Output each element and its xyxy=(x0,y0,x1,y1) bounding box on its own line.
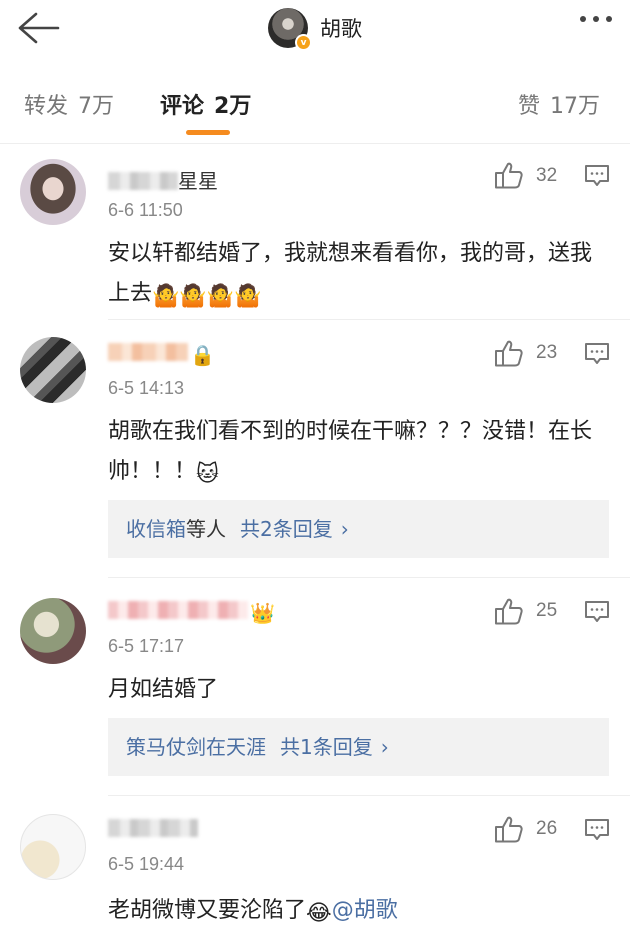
more-options-icon[interactable] xyxy=(580,16,612,22)
comment-username[interactable] xyxy=(108,816,198,840)
reply-text: 等人 xyxy=(186,517,226,541)
thumbs-up-icon[interactable] xyxy=(494,815,524,843)
cat-emoji-icon: 🐱 xyxy=(196,462,219,487)
like-count: 26 xyxy=(536,818,558,839)
thumbs-up-icon[interactable] xyxy=(494,339,524,367)
emoji-icon: 🤷 xyxy=(206,284,235,309)
comment-item: 6-5 19:44 老胡微博又要沦陷了😂@胡歌 26 xyxy=(0,796,630,941)
replies-preview[interactable]: 策马仗剑在天涯 共1条回复 › xyxy=(108,718,609,776)
mention-link[interactable]: @胡歌 xyxy=(332,898,398,923)
tab-comments[interactable]: 评论 2万 xyxy=(160,88,251,120)
comment-item: 👑 6-5 17:17 月如结婚了 25 策马仗剑在天涯 共1条回复 › xyxy=(0,578,630,796)
tab-reposts[interactable]: 转发 7万 xyxy=(24,88,114,120)
lock-badge-icon: 🔒 xyxy=(190,343,215,367)
comment-item: 🔒 6-5 14:13 胡歌在我们看不到的时候在干嘛？？？没错！在长帅！！！🐱 … xyxy=(0,320,630,578)
comment-time: 6-5 14:13 xyxy=(108,378,185,398)
author-name[interactable]: 胡歌 xyxy=(320,13,362,43)
active-tab-indicator xyxy=(186,130,230,135)
tab-bar: 转发 7万 评论 2万 赞 17万 xyxy=(0,64,630,144)
emoji-icon: 🤷 xyxy=(234,284,262,309)
reply-count: 共2条回复 xyxy=(240,517,333,541)
comment-body: 老胡微博又要沦陷了 xyxy=(108,898,307,923)
like-count: 23 xyxy=(536,342,558,363)
blurred-username xyxy=(108,601,248,619)
emoji-icon: 🤷 xyxy=(152,284,180,309)
thumbs-up-icon[interactable] xyxy=(494,161,524,189)
avatar[interactable]: v xyxy=(268,8,312,51)
comment-text: 胡歌在我们看不到的时候在干嘛？？？没错！在长帅！！！🐱 xyxy=(108,412,603,492)
reply-author[interactable]: 收信箱 xyxy=(126,517,186,541)
tab-label: 赞 xyxy=(518,94,541,119)
reply-author[interactable]: 策马仗剑在天涯 xyxy=(126,735,266,759)
comment-body: 胡歌在我们看不到的时候在干嘛？？？没错！在长帅！！！ xyxy=(108,419,593,484)
chevron-right-icon: › xyxy=(340,517,349,541)
blurred-username xyxy=(108,819,198,837)
blurred-username xyxy=(108,343,188,361)
reply-count: 共1条回复 xyxy=(280,735,373,759)
avatar[interactable] xyxy=(20,337,86,403)
verified-badge-icon: v xyxy=(295,34,312,51)
blurred-username xyxy=(108,172,178,190)
username-text: 星星 xyxy=(178,169,218,193)
avatar[interactable] xyxy=(20,159,86,225)
tab-label: 转发 xyxy=(24,94,69,119)
tab-count: 2万 xyxy=(214,94,252,119)
chevron-right-icon: › xyxy=(380,735,389,759)
comment-username[interactable]: 🔒 xyxy=(108,340,215,367)
tab-label: 评论 xyxy=(160,94,205,119)
comment-text: 月如结婚了 xyxy=(108,677,219,702)
back-arrow-icon[interactable] xyxy=(14,8,62,48)
reply-comment-icon[interactable] xyxy=(584,600,610,624)
post-author[interactable]: v 胡歌 xyxy=(268,6,362,51)
comment-username[interactable]: 星星 xyxy=(108,165,218,194)
replies-preview[interactable]: 收信箱等人 共2条回复 › xyxy=(108,500,609,558)
crown-badge-icon: 👑 xyxy=(250,601,275,625)
avatar[interactable] xyxy=(20,814,86,880)
avatar[interactable] xyxy=(20,598,86,664)
comment-item: 星星 6-6 11:50 安以轩都结婚了，我就想来看看你，我的哥，送我上去🤷🤷🤷… xyxy=(0,145,630,320)
comment-text: 老胡微博又要沦陷了😂@胡歌 xyxy=(108,891,603,931)
laughing-emoji-icon: 😂 xyxy=(306,901,332,926)
comment-time: 6-5 19:44 xyxy=(108,854,185,874)
comment-time: 6-6 11:50 xyxy=(108,200,183,220)
comment-time: 6-5 17:17 xyxy=(108,636,185,656)
tab-likes[interactable]: 赞 17万 xyxy=(518,88,600,120)
reply-comment-icon[interactable] xyxy=(584,342,610,366)
reply-comment-icon[interactable] xyxy=(584,818,610,842)
tab-count: 17万 xyxy=(550,94,601,119)
like-count: 25 xyxy=(536,600,558,621)
tab-count: 7万 xyxy=(78,94,115,119)
like-count: 32 xyxy=(536,165,558,186)
top-bar: v 胡歌 xyxy=(0,0,630,56)
thumbs-up-icon[interactable] xyxy=(494,597,524,625)
comment-username[interactable]: 👑 xyxy=(108,598,275,625)
reply-comment-icon[interactable] xyxy=(584,164,610,188)
emoji-icon: 🤷 xyxy=(179,284,207,309)
comment-text: 安以轩都结婚了，我就想来看看你，我的哥，送我上去🤷🤷🤷🤷 xyxy=(108,234,603,314)
